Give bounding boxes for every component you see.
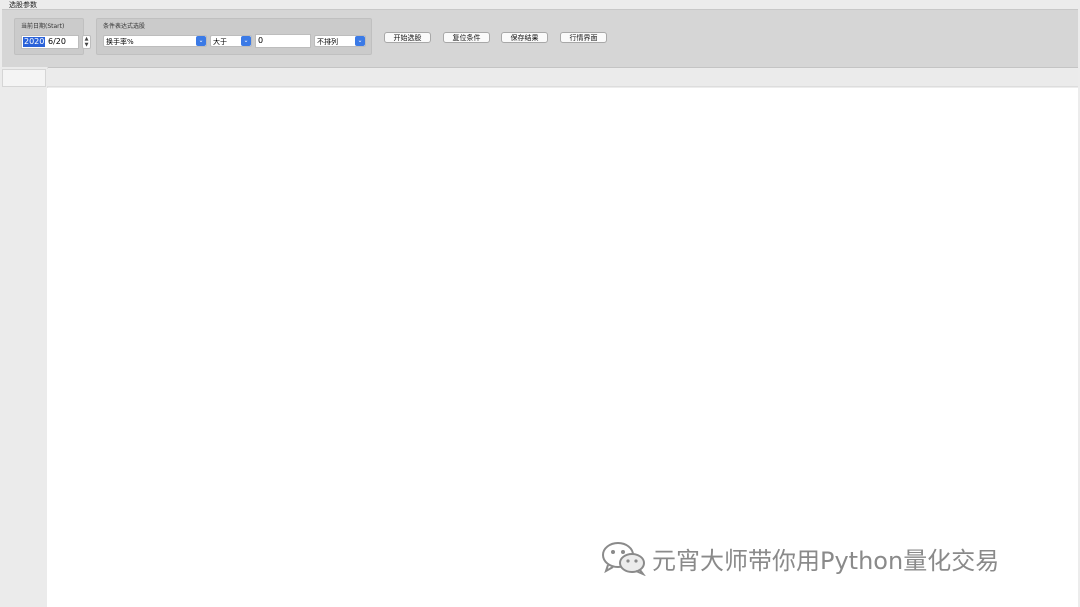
results-table-area[interactable]	[47, 88, 1078, 607]
sort-select[interactable]: 不排列 ⌄	[314, 35, 366, 47]
market-view-button[interactable]: 行情界面	[560, 32, 607, 43]
save-result-button[interactable]: 保存结果	[501, 32, 548, 43]
condition-value-input[interactable]: 0	[255, 34, 311, 48]
indicator-select[interactable]: 换手率% ⌄	[103, 35, 207, 47]
row-header-panel	[0, 67, 48, 607]
date-group-label: 当前日期(Start)	[21, 23, 65, 30]
date-field[interactable]: 2020 6/20	[21, 35, 79, 49]
date-month-day-segment[interactable]: 6/20	[48, 36, 66, 48]
table-corner-button[interactable]	[2, 69, 46, 87]
date-year-segment[interactable]: 2020	[23, 37, 46, 47]
sort-select-value: 不排列	[317, 38, 338, 46]
chevron-down-icon[interactable]: ⌄	[241, 36, 251, 46]
indicator-select-value: 换手率%	[106, 38, 134, 46]
start-screen-button[interactable]: 开始选股	[384, 32, 431, 43]
stepper-down-icon[interactable]: ▼	[83, 42, 90, 48]
reset-condition-button[interactable]: 复位条件	[443, 32, 490, 43]
watermark-text: 元宵大师带你用Python量化交易	[652, 546, 1000, 575]
date-stepper[interactable]: ▲ ▼	[82, 35, 91, 49]
chevron-down-icon[interactable]: ⌄	[196, 36, 206, 46]
wechat-icon	[602, 542, 646, 576]
date-group: 当前日期(Start) 2020 6/20 ▲ ▼	[14, 18, 91, 55]
column-header-strip	[47, 69, 1078, 87]
operator-select-value: 大于	[213, 38, 227, 46]
stock-screener-window: 选股参数 当前日期(Start) 2020 6/20 ▲ ▼ 条件表达式选股 换…	[0, 0, 1080, 607]
condition-group-label: 条件表达式选股	[103, 23, 146, 30]
condition-group: 条件表达式选股 换手率% ⌄ 大于 ⌄ 0 不排列 ⌄	[96, 18, 372, 55]
chevron-down-icon[interactable]: ⌄	[355, 36, 365, 46]
parameter-toolbar: 当前日期(Start) 2020 6/20 ▲ ▼ 条件表达式选股 换手率% ⌄…	[2, 9, 1078, 68]
watermark: 元宵大师带你用Python量化交易	[600, 540, 999, 576]
operator-select[interactable]: 大于 ⌄	[210, 35, 252, 47]
